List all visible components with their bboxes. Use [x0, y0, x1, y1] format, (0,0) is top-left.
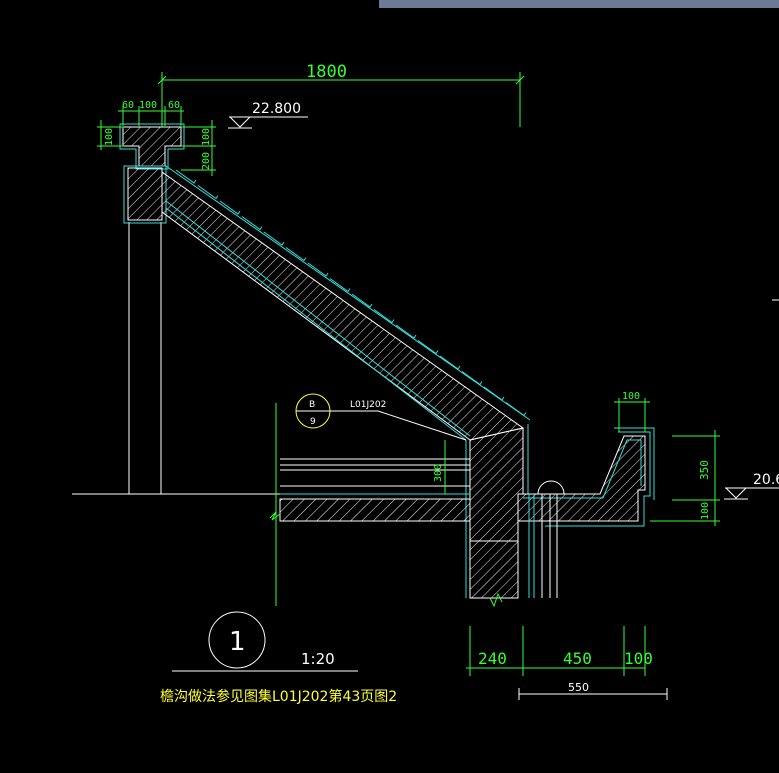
detail-note: 檐沟做法参见图集L01J202第43页图2	[160, 688, 397, 705]
roof-tile	[285, 247, 307, 262]
roof-tile	[307, 262, 329, 277]
elevation-top: 22.800	[252, 101, 301, 117]
dim-parapet-h2: 100	[201, 128, 212, 146]
roof-tile	[329, 278, 351, 293]
dim-parapet-w2: 100	[139, 100, 157, 111]
dim-gutter-bottom: 100	[700, 502, 711, 520]
elevation-right: 20.6	[753, 472, 779, 488]
total-dim	[518, 688, 668, 700]
roof-tile	[483, 386, 505, 401]
dim-gutter-depth: 350	[698, 460, 711, 480]
roof-tile	[197, 185, 219, 200]
roof-tile	[505, 402, 527, 417]
section-drawing: 1800 60 100 60 100 100 200 22.800 20.6	[72, 62, 779, 705]
roof-tile	[219, 200, 241, 215]
elevation-mark-top	[228, 116, 308, 129]
dim-top-span: 1800	[306, 62, 347, 82]
dim-parapet-w1: 60	[122, 100, 134, 111]
elevation-mark-right	[724, 487, 779, 500]
detail-number: 1	[229, 627, 246, 657]
roof-tile	[395, 324, 417, 339]
roof-tile	[461, 371, 483, 386]
dim-parapet-w3: 60	[168, 100, 180, 111]
ref-atlas: L01J202	[350, 400, 386, 410]
roof-tile	[439, 355, 461, 370]
roof-tile	[417, 340, 439, 355]
dim-bottom-c: 100	[624, 649, 653, 668]
break-mark-left	[269, 511, 281, 521]
dim-slab-thick: 300	[433, 464, 444, 482]
parapet-cap	[119, 123, 185, 170]
eaves-gutter	[517, 427, 655, 527]
roof-tiles	[175, 169, 527, 417]
dim-parapet-h1: 100	[104, 128, 115, 146]
roof-tile	[373, 309, 395, 324]
dim-bottom-a: 240	[478, 649, 507, 668]
ring-beam	[123, 165, 167, 224]
ref-bottom: 9	[310, 417, 316, 427]
ref-top: B	[309, 400, 315, 410]
dim-gutter-top: 100	[622, 391, 640, 402]
detail-scale: 1:20	[301, 650, 335, 668]
roof-tile	[263, 231, 285, 246]
column	[128, 222, 162, 494]
roof-tile	[175, 169, 197, 184]
dim-parapet-h3: 200	[201, 152, 212, 170]
roof-tile	[351, 293, 373, 308]
dim-bottom-b: 450	[563, 649, 592, 668]
sloped-roof-slab	[161, 165, 531, 441]
roof-tile	[241, 216, 263, 231]
dim-bottom-total: 550	[568, 681, 589, 694]
